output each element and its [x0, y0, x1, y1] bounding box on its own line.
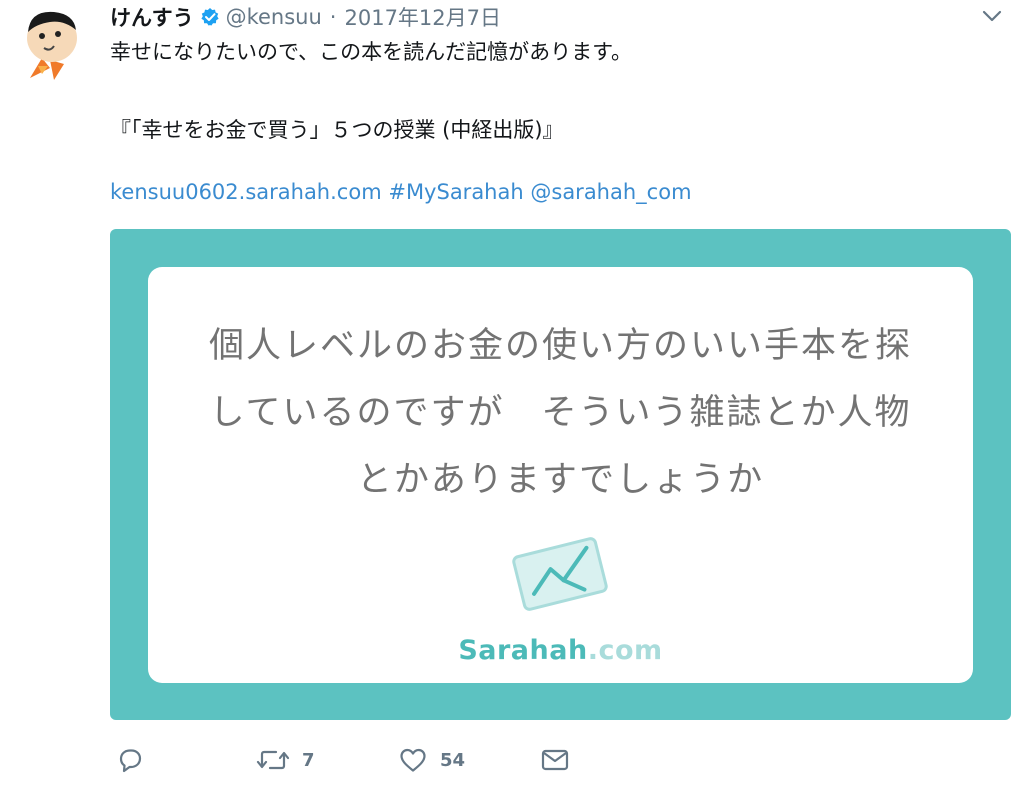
tweet: けんすう @kensuu · 2017年12月7日 幸せになりたいので、この本を… — [0, 0, 1024, 792]
card-question-line-2: しているのですが そういう雑誌とか人物 — [209, 393, 912, 433]
avatar-image — [27, 11, 77, 80]
card-question-line-1: 個人レベルのお金の使い方のいい手本を探 — [208, 326, 912, 366]
heart-icon — [398, 746, 428, 774]
brand-suffix: .com — [587, 635, 663, 666]
tweet-links: kensuu0602.sarahah.com #MySarahah @sarah… — [110, 180, 692, 204]
retweet-icon — [256, 746, 290, 774]
tweet-header: けんすう @kensuu · 2017年12月7日 — [110, 2, 501, 32]
card-question: 個人レベルのお金の使い方のいい手本を探 しているのですが そういう雑誌とか人物 … — [148, 313, 973, 514]
separator: · — [329, 5, 337, 29]
sarahah-envelope-icon — [510, 537, 610, 611]
tweet-date[interactable]: 2017年12月7日 — [344, 2, 501, 32]
display-name[interactable]: けんすう — [110, 2, 194, 32]
tweet-actions: 7 54 — [110, 740, 710, 780]
tweet-text-line-2: 『「幸せをお金で買う」５つの授業 (中経出版)』 — [110, 118, 564, 142]
handle[interactable]: @kensuu — [226, 5, 322, 29]
link-card[interactable]: 個人レベルのお金の使い方のいい手本を探 しているのですが そういう雑誌とか人物 … — [110, 229, 1011, 720]
chevron-down-icon[interactable] — [978, 4, 1006, 28]
brand-name: Sarahah — [458, 635, 588, 666]
envelope-icon — [540, 747, 570, 773]
reply-icon — [116, 746, 144, 774]
sarahah-logo: Sarahah.com — [148, 635, 973, 666]
tweet-text-line-1: 幸せになりたいので、この本を読んだ記憶があります。 — [110, 40, 633, 64]
direct-message-button[interactable] — [540, 740, 570, 780]
card-question-line-3: とかありますでしょうか — [356, 460, 765, 500]
mention-link[interactable]: @sarahah_com — [530, 180, 691, 204]
like-count: 54 — [440, 749, 466, 771]
hashtag-link[interactable]: #MySarahah — [388, 180, 523, 204]
retweet-count: 7 — [302, 749, 315, 771]
card-message-panel: 個人レベルのお金の使い方のいい手本を探 しているのですが そういう雑誌とか人物 … — [148, 267, 973, 683]
like-button[interactable]: 54 — [398, 740, 465, 780]
link-url[interactable]: kensuu0602.sarahah.com — [110, 180, 382, 204]
retweet-button[interactable]: 7 — [256, 740, 315, 780]
reply-button[interactable] — [116, 740, 156, 780]
verified-badge-icon — [200, 7, 220, 27]
avatar[interactable] — [20, 8, 84, 80]
